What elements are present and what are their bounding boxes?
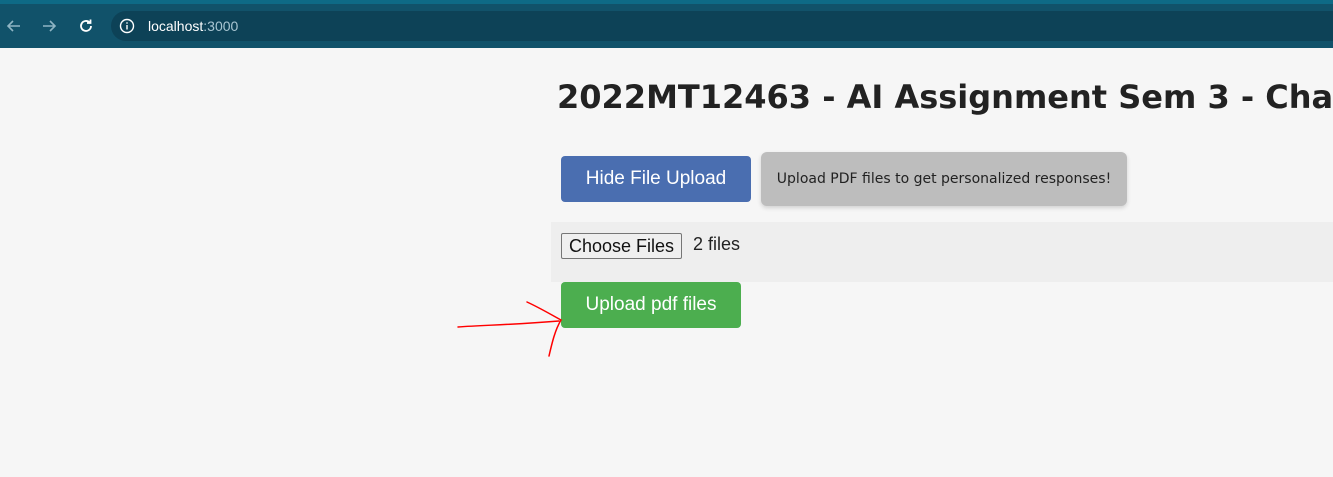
red-arrow-annotation [457, 301, 562, 357]
upload-hint-box: Upload PDF files to get personalized res… [761, 152, 1127, 206]
file-upload-panel: Choose Files 2 files [551, 222, 1333, 282]
url-port: :3000 [203, 18, 239, 34]
choose-files-button[interactable]: Choose Files [561, 233, 683, 259]
page-content: 2022MT12463 - AI Assignment Sem 3 - Chat… [0, 48, 1333, 477]
back-arrow-icon [6, 20, 20, 32]
selected-file-count: 2 files [693, 234, 741, 254]
url-host: localhost [148, 18, 204, 34]
browser-toolbar: localhost:3000 [0, 0, 1333, 48]
back-button[interactable] [0, 12, 28, 40]
url-text[interactable]: localhost:3000 [148, 18, 238, 34]
forward-button[interactable] [35, 12, 63, 40]
forward-arrow-icon [43, 20, 57, 32]
page-title: 2022MT12463 - AI Assignment Sem 3 - Chat… [557, 78, 1333, 116]
reload-icon [80, 19, 92, 32]
address-bar[interactable]: localhost:3000 [111, 11, 1333, 41]
info-icon[interactable] [119, 18, 135, 34]
reload-button[interactable] [72, 12, 100, 40]
hide-file-upload-button[interactable]: Hide File Upload [561, 156, 751, 202]
upload-pdf-files-button[interactable]: Upload pdf files [561, 282, 741, 328]
